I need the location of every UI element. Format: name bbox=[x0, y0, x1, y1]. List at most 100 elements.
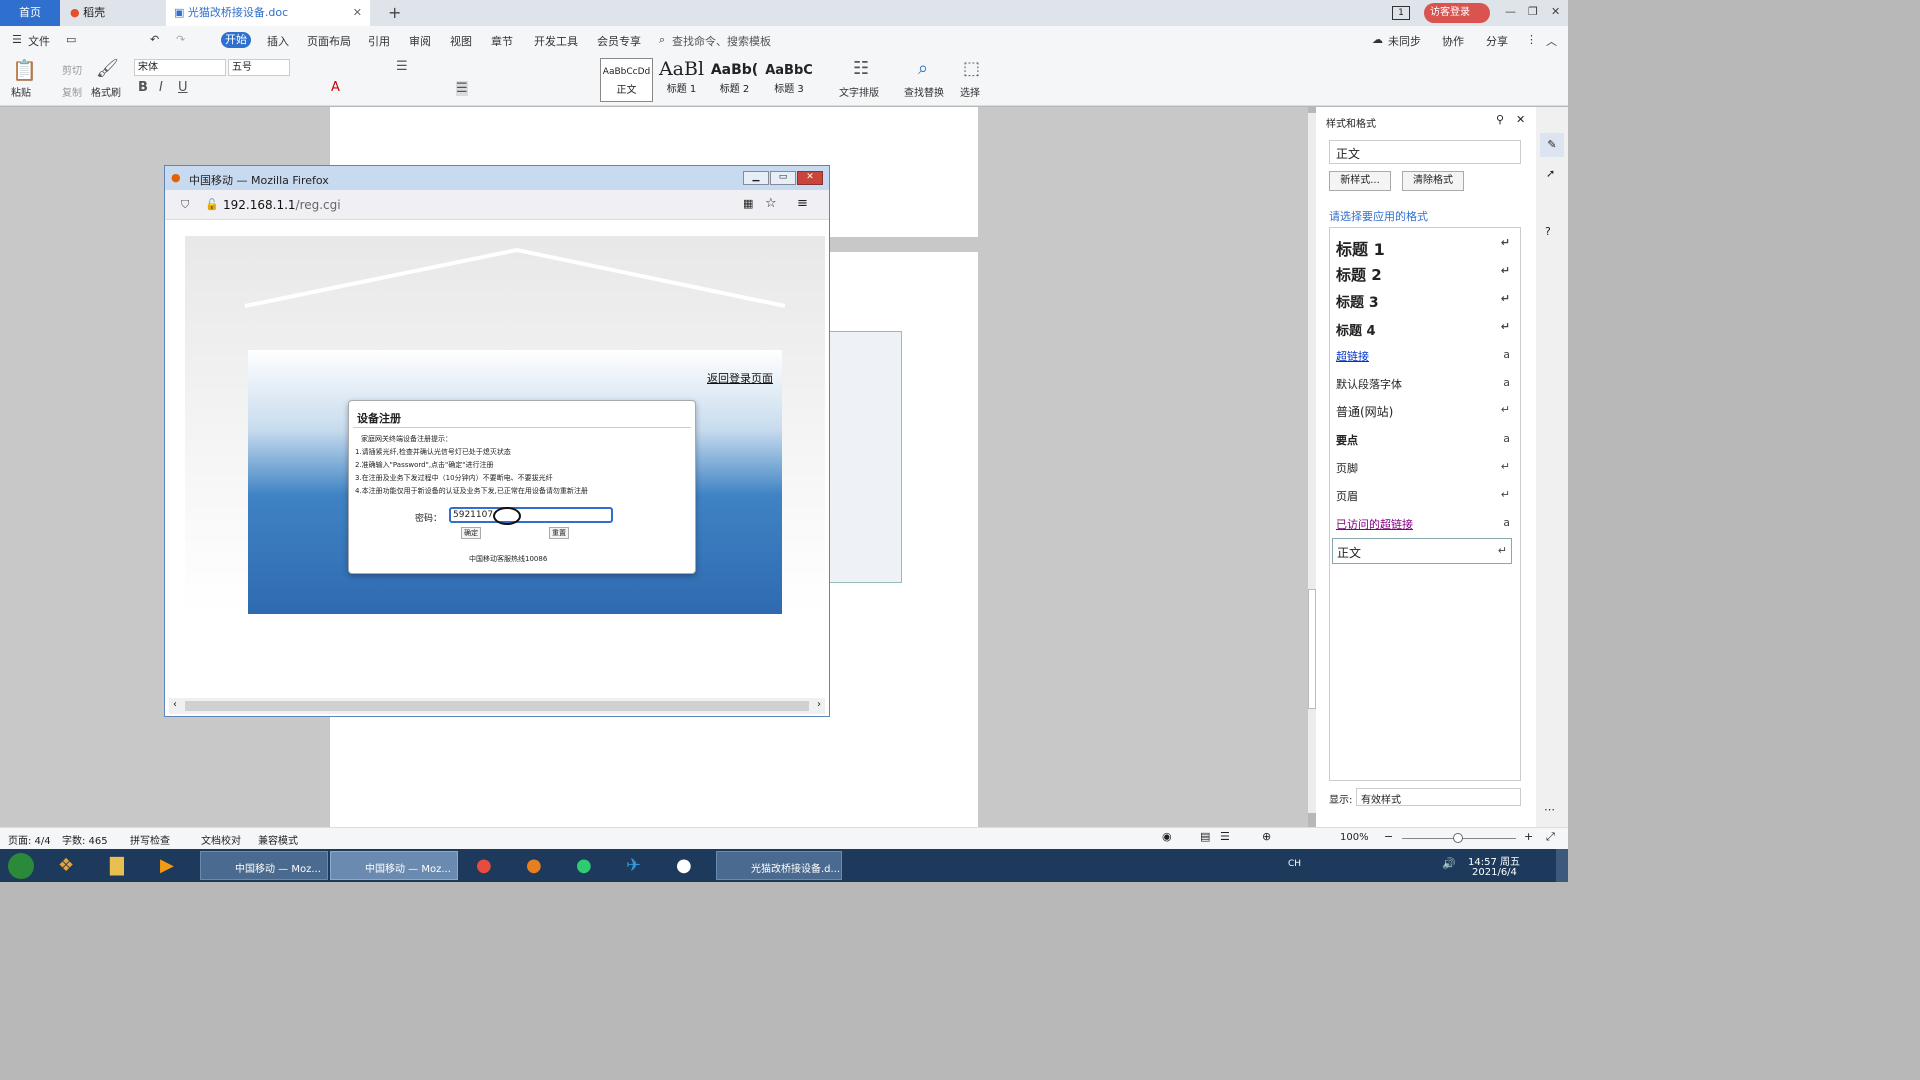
share-button[interactable]: 分享 bbox=[1486, 33, 1508, 49]
explorer-icon[interactable]: ▇ bbox=[110, 855, 124, 876]
font-select[interactable]: 宋体 bbox=[134, 59, 226, 76]
pin-icon[interactable]: ⚲ bbox=[1496, 113, 1504, 126]
menu-layout[interactable]: 页面布局 bbox=[307, 33, 351, 49]
style-item-web[interactable]: 普通(网站) ↵ bbox=[1336, 403, 1516, 420]
style-pen-icon[interactable]: ✎ bbox=[1540, 133, 1564, 157]
page-indicator[interactable]: 页面: 4/4 bbox=[8, 832, 51, 847]
undo-icon[interactable]: ↶ bbox=[150, 33, 159, 46]
cut-button[interactable]: 剪切 bbox=[62, 62, 82, 77]
horizontal-scrollbar[interactable]: ‹ › bbox=[169, 698, 825, 714]
paste-label[interactable]: 粘贴 bbox=[11, 84, 31, 99]
firefox-titlebar[interactable]: ● 中国移动 — Mozilla Firefox ▁ ▭ ✕ bbox=[165, 166, 829, 190]
volume-icon[interactable]: 🔊 bbox=[1442, 857, 1456, 870]
menu-file[interactable]: 文件 bbox=[28, 33, 50, 49]
red-app-icon[interactable]: ● bbox=[476, 855, 492, 876]
style-item-visited-link[interactable]: 已访问的超链接 a bbox=[1336, 516, 1516, 532]
style-h3-tile[interactable]: AaBbC 标题 3 bbox=[761, 58, 817, 102]
menu-chapter[interactable]: 章节 bbox=[491, 33, 513, 49]
firefox-window[interactable]: ● 中国移动 — Mozilla Firefox ▁ ▭ ✕ ⛉ 🔓 192.1… bbox=[164, 165, 830, 717]
save-icon[interactable]: ▭ bbox=[66, 33, 76, 46]
password-input[interactable]: 5921107 bbox=[449, 507, 613, 523]
pinned-app-icon[interactable]: ❖ bbox=[58, 855, 74, 876]
clock-date[interactable]: 2021/6/4 bbox=[1472, 867, 1517, 878]
text-layout-label[interactable]: 文字排版 bbox=[839, 84, 879, 99]
ff-maximize-icon[interactable]: ▭ bbox=[770, 171, 796, 185]
help-icon[interactable]: ? bbox=[1545, 225, 1551, 238]
collab-button[interactable]: 协作 bbox=[1442, 33, 1464, 49]
find-icon[interactable]: ⌕ bbox=[918, 58, 928, 79]
taskbar-wps[interactable]: 光猫改桥接设备.d... bbox=[716, 851, 842, 880]
eye-icon[interactable]: ◉ bbox=[1162, 830, 1172, 843]
taskbar-firefox-1[interactable]: 中国移动 — Moz... bbox=[200, 851, 328, 880]
menu-reference[interactable]: 引用 bbox=[368, 33, 390, 49]
input-lang[interactable]: CH bbox=[1288, 859, 1301, 869]
url-bar[interactable]: 192.168.1.1/reg.cgi bbox=[223, 198, 341, 212]
minimize-icon[interactable]: — bbox=[1505, 5, 1516, 18]
style-item-normal[interactable]: 正文 ↵ bbox=[1332, 538, 1512, 564]
style-h2-tile[interactable]: AaBb( 标题 2 bbox=[708, 58, 761, 102]
word-count[interactable]: 字数: 465 bbox=[62, 832, 108, 847]
fullscreen-icon[interactable]: ⤢ bbox=[1546, 830, 1555, 844]
redo-icon[interactable]: ↷ bbox=[176, 33, 185, 46]
pointer-icon[interactable]: ➚ bbox=[1546, 167, 1555, 180]
scroll-right-icon[interactable]: › bbox=[817, 699, 821, 710]
more-icon[interactable]: ⋮ bbox=[1526, 33, 1537, 46]
paste-icon[interactable]: 📋 bbox=[12, 58, 37, 82]
insecure-lock-icon[interactable]: 🔓 bbox=[205, 198, 219, 211]
collapse-ribbon-icon[interactable]: ︿ bbox=[1546, 33, 1557, 49]
reset-button[interactable]: 重置 bbox=[549, 527, 569, 539]
scroll-thumb-h[interactable] bbox=[185, 701, 809, 711]
spell-check-toggle[interactable]: 拼写检查 bbox=[130, 832, 170, 847]
zoom-slider-thumb[interactable] bbox=[1453, 833, 1463, 843]
shield-icon[interactable]: ⛉ bbox=[181, 198, 189, 212]
menu-view[interactable]: 视图 bbox=[450, 33, 472, 49]
select-icon[interactable]: ⬚ bbox=[963, 58, 980, 79]
clock-time[interactable]: 14:57 周五 bbox=[1468, 853, 1520, 868]
underline-icon[interactable]: U bbox=[178, 80, 188, 95]
style-item-h4[interactable]: 标题 4 ↵ bbox=[1336, 320, 1516, 339]
font-color-icon[interactable]: A bbox=[331, 80, 340, 95]
close-icon[interactable]: ✕ bbox=[353, 0, 362, 26]
tab-document[interactable]: ▣ 光猫改桥接设备.doc ✕ bbox=[166, 0, 370, 26]
command-search[interactable]: 查找命令、搜索模板 bbox=[672, 33, 771, 49]
copy-button[interactable]: 复制 bbox=[62, 84, 82, 99]
panel-close-icon[interactable]: ✕ bbox=[1516, 113, 1525, 126]
show-desktop-button[interactable] bbox=[1556, 849, 1568, 882]
restore-icon[interactable]: ❐ bbox=[1528, 5, 1538, 18]
style-item-h2[interactable]: 标题 2 ↵ bbox=[1336, 264, 1516, 285]
italic-icon[interactable]: I bbox=[159, 80, 163, 95]
bold-icon[interactable]: B bbox=[138, 80, 148, 95]
menu-member[interactable]: 会员专享 bbox=[597, 33, 641, 49]
bookmark-star-icon[interactable]: ☆ bbox=[765, 196, 777, 211]
back-login-link[interactable]: 返回登录页面 bbox=[707, 370, 773, 386]
menu-start[interactable]: 开始 bbox=[221, 32, 251, 48]
taskbar-firefox-2[interactable]: 中国移动 — Moz... bbox=[330, 851, 458, 880]
style-normal-tile[interactable]: AaBbCcDd 正文 bbox=[600, 58, 653, 102]
zoom-out-icon[interactable]: − bbox=[1384, 830, 1393, 843]
align-justify-icon[interactable]: ☰ bbox=[456, 81, 468, 96]
menu-review[interactable]: 审阅 bbox=[409, 33, 431, 49]
style-item-header[interactable]: 页眉 ↵ bbox=[1336, 488, 1516, 504]
text-layout-icon[interactable]: ☷ bbox=[853, 58, 869, 79]
style-item-key-point[interactable]: 要点 a bbox=[1336, 432, 1516, 448]
app-menu-icon[interactable]: ≡ bbox=[797, 196, 808, 211]
style-item-footer[interactable]: 页脚 ↵ bbox=[1336, 460, 1516, 476]
zoom-in-icon[interactable]: + bbox=[1524, 830, 1533, 843]
clear-format-button[interactable]: 清除格式 bbox=[1402, 171, 1464, 191]
ff-close-icon[interactable]: ✕ bbox=[797, 171, 823, 185]
s-app-icon[interactable]: ● bbox=[676, 855, 692, 876]
hamburger-icon[interactable]: ☰ bbox=[12, 33, 22, 46]
ok-button[interactable]: 确定 bbox=[461, 527, 481, 539]
tab-home[interactable]: 首页 bbox=[0, 0, 60, 26]
media-player-icon[interactable]: ▶ bbox=[160, 855, 174, 876]
vertical-scrollbar[interactable] bbox=[1308, 113, 1316, 813]
page-view-icon[interactable]: ▤ bbox=[1200, 830, 1210, 843]
tab-daoke[interactable]: ● 稻壳 bbox=[62, 0, 164, 26]
qr-code-icon[interactable]: ▦ bbox=[743, 197, 753, 210]
bullet-list-icon[interactable]: ☰ bbox=[396, 59, 408, 74]
outline-view-icon[interactable]: ☰ bbox=[1220, 830, 1230, 843]
bird-app-icon[interactable]: ✈ bbox=[626, 855, 641, 876]
close-window-icon[interactable]: ✕ bbox=[1551, 5, 1560, 18]
new-tab-button[interactable]: + bbox=[380, 0, 401, 26]
style-h1-tile[interactable]: AaBl 标题 1 bbox=[655, 58, 708, 102]
